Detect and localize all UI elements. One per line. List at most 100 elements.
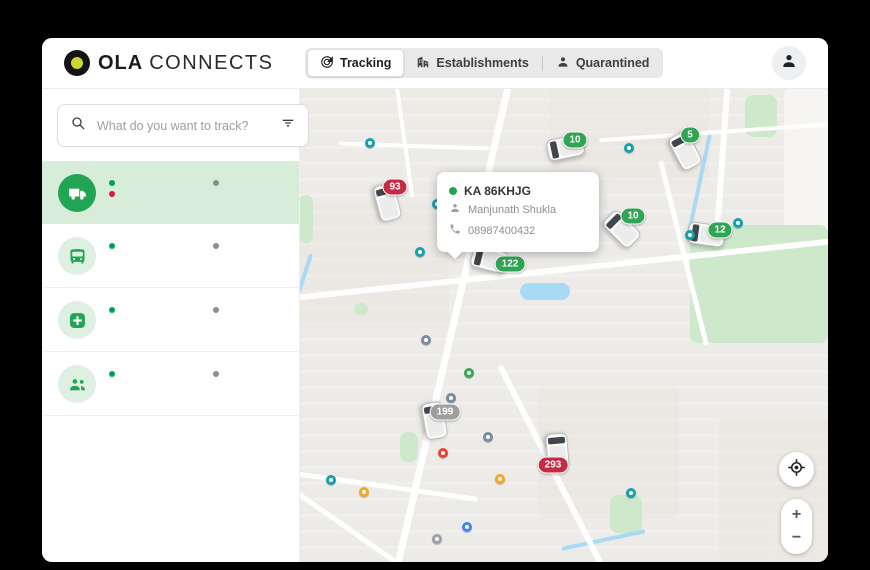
search-input[interactable]	[95, 117, 271, 134]
map-block	[299, 203, 449, 328]
stat-green	[109, 180, 213, 186]
brand-name: OLA CONNECTS	[98, 52, 273, 75]
locate-button[interactable]	[779, 452, 814, 487]
poi-pin-icon	[415, 247, 425, 257]
poi-pin-icon	[624, 143, 634, 153]
sidebar-item-volunteers[interactable]	[42, 352, 299, 416]
people-icon	[58, 365, 96, 403]
bullet-icon	[109, 243, 115, 249]
status-dot-icon	[449, 187, 457, 195]
poi-pin-icon	[326, 475, 336, 485]
medical-icon	[58, 301, 96, 339]
poi-pin-icon	[359, 487, 369, 497]
sidebar-item-body	[109, 365, 283, 403]
sidebar-item-doctors-location[interactable]	[42, 288, 299, 352]
tab-establishments[interactable]: Establishments	[404, 50, 540, 76]
bullet-icon	[213, 243, 219, 249]
sidebar-item-food-distribution-vehicles[interactable]	[42, 224, 299, 288]
park-area	[610, 495, 642, 533]
vehicle-count-badge[interactable]: 10	[562, 131, 588, 149]
poi-pin-icon	[626, 488, 636, 498]
vehicle-info-popup: KA 86KHJG Manjunath Shukla 08987400432	[437, 172, 599, 252]
bullet-icon	[213, 371, 219, 377]
vehicle-count-badge[interactable]: 93	[382, 178, 408, 196]
person-icon	[780, 52, 798, 75]
app-header: OLA CONNECTS Tracking Establishments Quar…	[42, 38, 828, 88]
brand-logo: OLA CONNECTS	[64, 50, 273, 76]
bullet-icon	[109, 180, 115, 186]
park-area	[299, 195, 313, 243]
vehicle-count-badge[interactable]: 122	[494, 255, 526, 273]
ola-logo-icon	[64, 50, 90, 76]
locate-icon	[787, 458, 806, 482]
tab-tracking[interactable]: Tracking	[307, 49, 405, 77]
sidebar-item-body	[109, 174, 283, 212]
person-icon	[556, 55, 570, 72]
park-area	[354, 303, 368, 315]
stat-gray	[213, 371, 283, 377]
river	[561, 529, 646, 551]
road	[299, 469, 479, 502]
poi-pin-icon	[421, 335, 431, 345]
bullet-icon	[109, 191, 115, 197]
zoom-in-button[interactable]: +	[792, 506, 801, 523]
vehicle-count-badge[interactable]: 10	[620, 207, 646, 225]
park-area	[400, 432, 418, 462]
road	[338, 141, 490, 151]
vehicle-count-badge[interactable]: 12	[707, 221, 733, 239]
popup-driver-row: Manjunath Shukla	[449, 201, 587, 219]
sidebar-item-stats	[109, 371, 283, 377]
stat-gray	[213, 180, 283, 186]
brand-name-bold: OLA	[98, 51, 144, 74]
user-avatar[interactable]	[772, 46, 806, 80]
brand-name-light: CONNECTS	[149, 51, 274, 74]
tab-divider	[541, 55, 543, 71]
zoom-out-button[interactable]: −	[792, 530, 801, 546]
tab-tracking-label: Tracking	[340, 56, 392, 70]
search-box	[57, 104, 309, 147]
bullet-icon	[109, 371, 115, 377]
stat-green	[109, 243, 213, 249]
vehicle-plate: KA 86KHJG	[464, 184, 531, 198]
person-icon	[449, 201, 461, 219]
driver-phone: 08987400432	[468, 225, 536, 237]
tracking-sidebar	[42, 88, 309, 562]
vehicle-count-badge[interactable]: 293	[537, 456, 569, 474]
sidebar-item-stats	[109, 180, 283, 197]
stat-red	[109, 191, 213, 197]
bus-icon	[58, 237, 96, 275]
vehicle-count-badge[interactable]: 5	[680, 126, 700, 144]
zoom-control: + −	[781, 499, 812, 554]
vehicle-count-badge[interactable]: 199	[429, 403, 461, 421]
stat-gray	[213, 243, 283, 249]
stat-green	[109, 307, 213, 313]
sidebar-item-body	[109, 301, 283, 339]
poi-pin-icon	[365, 138, 375, 148]
sidebar-item-essential-supplies-trucks[interactable]	[42, 161, 299, 224]
sidebar-item-stats	[109, 243, 283, 249]
popup-phone-row: 08987400432	[449, 222, 587, 240]
tab-quarantined-label: Quarantined	[575, 56, 650, 70]
map-canvas[interactable]: KA 86KHJG Manjunath Shukla 08987400432 +…	[299, 88, 828, 562]
poi-pin-icon	[432, 534, 442, 544]
water-body	[520, 283, 570, 300]
driver-name: Manjunath Shukla	[468, 204, 557, 216]
app-window: OLA CONNECTS Tracking Establishments Quar…	[42, 38, 828, 562]
poi-pin-icon	[462, 522, 472, 532]
bullet-icon	[213, 180, 219, 186]
popup-plate-row: KA 86KHJG	[449, 184, 587, 198]
tab-establishments-label: Establishments	[436, 56, 529, 70]
poi-pin-icon	[495, 474, 505, 484]
truck-icon	[58, 174, 96, 212]
phone-icon	[449, 222, 461, 240]
filter-icon[interactable]	[280, 115, 296, 136]
poi-pin-icon	[438, 448, 448, 458]
stat-gray	[213, 307, 283, 313]
sidebar-item-body	[109, 237, 283, 275]
bullet-icon	[109, 307, 115, 313]
tab-quarantined[interactable]: Quarantined	[544, 50, 662, 76]
main-tabs: Tracking Establishments Quarantined	[305, 48, 664, 78]
building-icon	[416, 55, 430, 72]
poi-pin-icon	[733, 218, 743, 228]
poi-pin-icon	[483, 432, 493, 442]
